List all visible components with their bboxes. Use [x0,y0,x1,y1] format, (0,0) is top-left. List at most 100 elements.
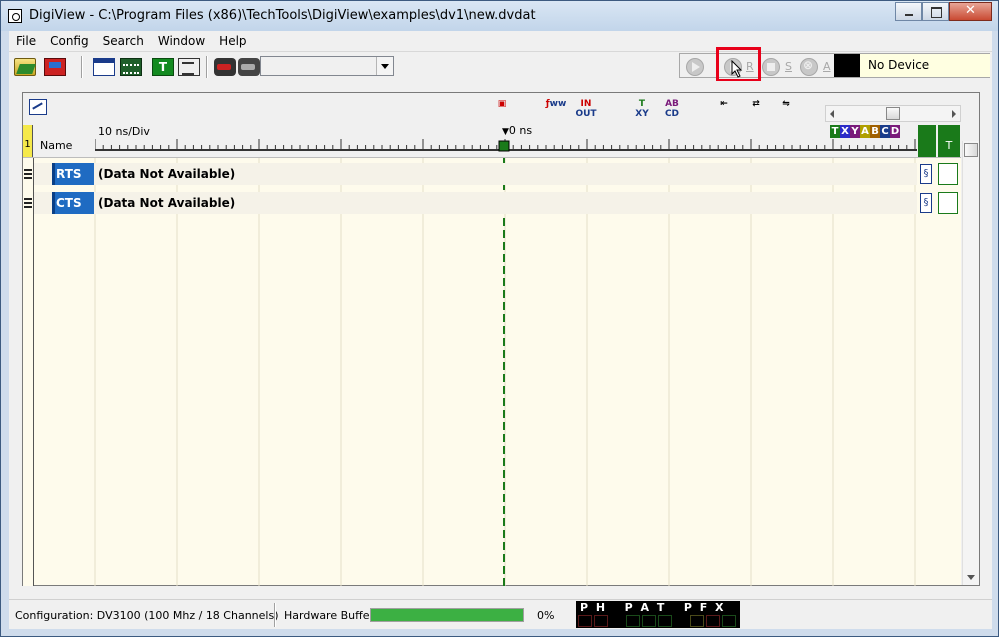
app-window: DigiView - C:\Program Files (x86)\TechTo… [0,0,999,637]
timing-view: ▣ ƒww IN OUT T XY AB CD ⇤ ⇄ ⇋ TXYABCD T 1 N… [22,92,980,586]
row-one-marker: 1 [23,125,33,157]
drag-handle-icon[interactable] [24,198,32,208]
client-area: ▣ ƒww IN OUT T XY AB CD ⇤ ⇄ ⇋ TXYABCD T 1 N… [9,81,992,599]
stop-label: S [785,60,792,73]
play-button[interactable] [686,58,704,76]
abort-label: A [823,60,831,73]
list-icon[interactable] [178,58,200,76]
flag-cell [578,615,592,627]
scroll-right-icon[interactable] [952,110,956,118]
chevron-down-icon[interactable] [376,57,393,75]
t-column-header [918,125,936,157]
signal-options-icon[interactable]: § [920,164,932,184]
trigger-box[interactable] [938,192,958,214]
flag-cell [722,615,736,627]
flag-cell [642,615,656,627]
scroll-thumb[interactable] [964,143,978,157]
search-pattern-icon[interactable]: ƒww [545,99,567,119]
zoom-icon[interactable] [29,99,47,115]
status-bar: Configuration: DV3100 (100 Mhz / 18 Chan… [9,599,992,629]
stop-button[interactable] [762,58,780,76]
window-title: DigiView - C:\Program Files (x86)\TechTo… [29,8,536,23]
flag-cells [576,615,740,628]
status-separator [274,603,276,627]
signal-options-icon[interactable]: § [920,193,932,213]
capture-settings-icon[interactable] [238,58,260,76]
hardware-buffer-label: Hardware Buffer: [284,609,378,622]
zoom-out-icon[interactable]: ⇋ [775,99,797,119]
open-file-icon[interactable] [14,58,36,76]
mouse-cursor-icon [731,60,743,78]
maximize-button[interactable] [922,2,949,21]
timing-icon[interactable]: T [152,58,174,76]
flag-cell [594,615,608,627]
abort-button[interactable]: ⊗ [800,58,818,76]
row-gutter [23,158,34,586]
waveform-area[interactable]: RTS (Data Not Available) § CTS (Data Not… [23,157,961,586]
save-file-icon[interactable] [44,58,66,76]
search-in-out-icon[interactable]: IN OUT [575,99,597,119]
app-icon[interactable] [8,9,22,23]
close-button[interactable] [949,2,992,21]
device-indicator [834,54,860,77]
flag-letters: P H P A T P F X [580,601,726,614]
hardware-buffer-percent: 0% [537,609,555,622]
window-icon[interactable] [93,58,115,76]
goto-start-icon[interactable]: ⇤ [713,99,735,119]
minimize-button[interactable] [895,2,922,21]
time-ruler: 1 Name 10 ns/Div 0 ns [23,124,918,157]
waveform-grid [23,158,916,586]
title-bar[interactable]: DigiView - C:\Program Files (x86)\TechTo… [1,1,998,31]
vertical-scrollbar[interactable] [962,141,979,585]
configuration-status: Configuration: DV3100 (100 Mhz / 18 Chan… [15,609,279,622]
signal-name-cts[interactable]: CTS [52,192,94,214]
capture-icon[interactable]: ▣ [491,99,513,119]
name-column-header: Name [40,139,73,152]
scroll-thumb[interactable] [886,107,900,120]
menu-config[interactable]: Config [43,34,96,48]
capture-setup-icon[interactable] [214,58,236,76]
signal-row-rts[interactable]: RTS (Data Not Available) [24,163,917,185]
device-status: No Device [860,54,990,77]
flag-cell [658,615,672,627]
flag-cell [626,615,640,627]
abort-icon: ⊗ [803,58,814,72]
flag-cell [610,615,624,627]
zoom-in-icon[interactable]: ⇄ [745,99,767,119]
channels-icon[interactable] [120,58,142,76]
toolbar: T R S ⊗ A No Device [9,47,992,82]
flag-cell [674,615,688,627]
capture-combo[interactable] [260,56,394,76]
status-flags: P H P A T P F X [576,601,740,628]
menu-help[interactable]: Help [212,34,253,48]
scroll-left-icon[interactable] [830,110,834,118]
menu-search[interactable]: Search [96,34,151,48]
t-column-label: T [938,125,960,157]
menu-bar: File Config Search Window Help [9,31,992,51]
hardware-buffer-fill [371,609,523,621]
scroll-down-icon[interactable] [967,575,975,580]
horizontal-scrollbar[interactable] [825,105,961,122]
stop-icon [767,63,775,71]
play-icon [692,62,700,72]
drag-handle-icon[interactable] [24,169,32,179]
signal-name-rts[interactable]: RTS [52,163,94,185]
menu-file[interactable]: File [9,34,43,48]
signal-status-cts: (Data Not Available) [98,196,236,210]
trigger-box[interactable] [938,163,958,185]
trigger-marker [498,140,510,152]
signal-row-cts[interactable]: CTS (Data Not Available) [24,192,917,214]
signal-status-rts: (Data Not Available) [98,167,236,181]
cursor-xy-icon[interactable]: T XY [631,99,653,119]
toolbar-separator [81,56,83,78]
toolbar-separator [206,56,208,78]
flag-cell [706,615,720,627]
hardware-buffer-progress [370,608,524,622]
zero-time-label: 0 ns [502,124,532,137]
time-per-div-label: 10 ns/Div [98,125,150,138]
cursor-abcd-icon[interactable]: AB CD [661,99,683,119]
caption-buttons [895,2,992,21]
ruler-ticks [95,139,917,152]
flag-cell [690,615,704,627]
menu-window[interactable]: Window [151,34,212,48]
